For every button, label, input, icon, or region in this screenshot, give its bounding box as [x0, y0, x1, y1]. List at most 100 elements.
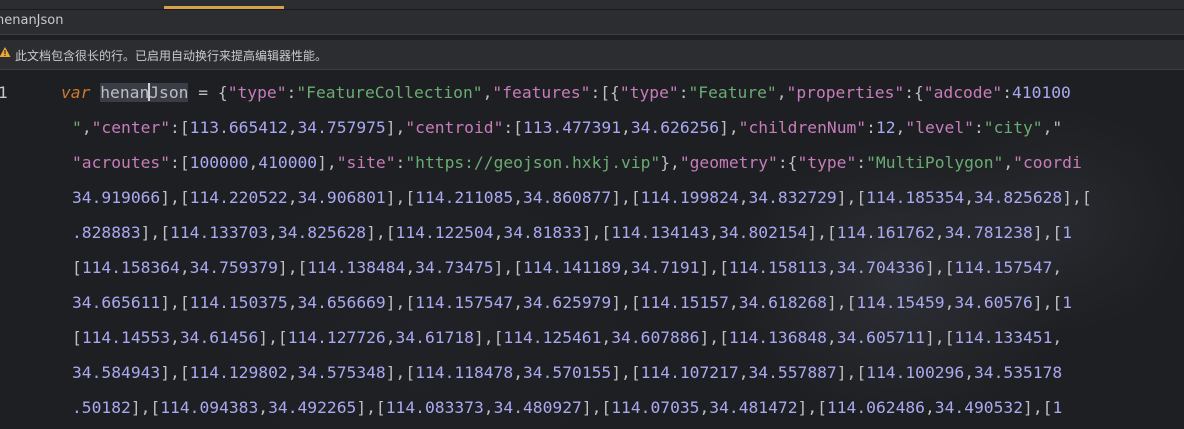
json-key: "childrenNum" [738, 118, 867, 137]
punctuation: ],[ [160, 363, 190, 382]
json-number: 1 [1062, 223, 1073, 242]
code-editor[interactable]: 1 var henanJson = {"type":"FeatureCollec… [0, 70, 1184, 429]
json-string: "https://geojson.hxkj.vip" [405, 153, 661, 172]
json-number: 114.134143 [611, 223, 710, 242]
punctuation: , [699, 398, 710, 417]
code-line-1-wrap-coords[interactable]: [114.158364,34.759379],[114.138484,34.73… [72, 258, 1062, 277]
punctuation: , [287, 363, 298, 382]
punctuation: ],[ [493, 258, 523, 277]
json-string: "MultiPolygon" [866, 153, 1004, 172]
punctuation: , [483, 398, 494, 417]
punctuation: , [81, 118, 92, 137]
punctuation: ],[ [130, 398, 161, 417]
code-line-1-wrap-coords[interactable]: .50182],[114.094383,34.492265],[114.0833… [72, 398, 1062, 417]
punctuation: ],[ [611, 363, 641, 382]
json-number: .50182 [72, 398, 131, 417]
code-line-1-wrap-coords[interactable]: 34.919066],[114.220522,34.906801],[114.2… [72, 188, 1092, 207]
punctuation: , [1052, 258, 1063, 277]
json-string: "city" [983, 118, 1043, 137]
punctuation: ],[ [924, 258, 955, 277]
json-number: 34.919066 [72, 188, 161, 207]
keyword-var: var [61, 83, 91, 102]
code-line-1-wrap-coords[interactable]: 34.584943],[114.129802,34.575348],[114.1… [72, 363, 1062, 382]
punctuation: : [973, 118, 984, 137]
punctuation: ], [317, 153, 337, 172]
json-number: 114.122504 [395, 223, 494, 242]
punctuation: ],[ [611, 188, 641, 207]
json-number: 34.535178 [974, 363, 1063, 382]
json-key: "level" [905, 118, 974, 137]
long-lines-warning-banner: 此文档包含很长的行。已启用自动换行来提高编辑器性能。 [0, 40, 1184, 70]
json-number: 34.704336 [836, 258, 925, 277]
punctuation: ],[ [385, 363, 416, 382]
punctuation: ],[ [473, 328, 504, 347]
warning-text: 此文档包含很长的行。已启用自动换行来提高编辑器性能。 [15, 49, 328, 63]
json-key: "properties" [786, 83, 905, 102]
punctuation: : [286, 83, 297, 102]
punctuation: , [287, 188, 298, 207]
punctuation: ],[ [277, 258, 308, 277]
json-number: 34.73475 [415, 258, 494, 277]
json-number: 113.665412 [189, 118, 288, 137]
json-number: 410000 [258, 153, 318, 172]
json-number: 114.161762 [836, 223, 935, 242]
punctuation: ],[ [1062, 188, 1092, 207]
punctuation: ],[ [366, 223, 396, 242]
json-number: 34.584943 [72, 363, 161, 382]
punctuation: , [405, 258, 416, 277]
breadcrumb[interactable]: henanJson [0, 13, 63, 28]
code-line-1[interactable]: var henanJson = {"type":"FeatureCollecti… [61, 83, 1071, 102]
punctuation: , [179, 258, 190, 277]
punctuation: ],[ [699, 258, 729, 277]
json-number: 114.158113 [728, 258, 827, 277]
code-line-1-wrap-coords[interactable]: .828883],[114.133703,34.825628],[114.122… [72, 223, 1072, 242]
json-key: "site" [336, 153, 396, 172]
json-number: 1 [1052, 398, 1063, 417]
code-line-1-wrap-2[interactable]: "acroutes":[100000,410000],"site":"https… [72, 153, 1082, 172]
warning-icon [0, 47, 11, 57]
json-number: 34.665611 [72, 293, 161, 312]
json-number: 114.15459 [856, 293, 945, 312]
punctuation: ],[ [581, 223, 612, 242]
code-line-1-wrap-coords[interactable]: [114.14553,34.61456],[114.127726,34.6171… [72, 328, 1062, 347]
code-line-1-wrap-1[interactable]: ","center":[113.665412,34.757975],"centr… [72, 118, 1062, 137]
json-key: "type" [227, 83, 287, 102]
json-number: 114.094383 [160, 398, 259, 417]
json-key: "geometry" [679, 153, 778, 172]
punctuation: , [248, 153, 259, 172]
punctuation: , [621, 258, 631, 277]
json-number: 114.136848 [728, 328, 827, 347]
punctuation: , [944, 293, 955, 312]
punctuation: :{ [904, 83, 924, 102]
json-number: 34.492265 [268, 398, 357, 417]
code-line-1-wrap-coords[interactable]: 34.665611],[114.150375,34.656669],[114.1… [72, 293, 1072, 312]
punctuation: , [964, 363, 974, 382]
code-content[interactable]: var henanJson = {"type":"FeatureCollecti… [0, 70, 1184, 429]
json-key: "type" [797, 153, 857, 172]
punctuation: ],[ [836, 363, 867, 382]
json-number: 34.61718 [395, 328, 474, 347]
json-number: 1 [1062, 293, 1073, 312]
punctuation: ], [385, 118, 406, 137]
json-number: 114.129802 [189, 363, 288, 382]
punctuation: :{ [777, 153, 798, 172]
json-number: 34.605711 [836, 328, 925, 347]
operator: = [188, 83, 218, 102]
punctuation: [ [72, 328, 82, 347]
punctuation: , [601, 328, 612, 347]
json-number: 114.157547 [415, 293, 514, 312]
json-key: "adcode" [923, 83, 1003, 102]
punctuation: ],[ [160, 188, 190, 207]
json-number: 34.607886 [611, 328, 700, 347]
json-number: 34.61456 [179, 328, 259, 347]
punctuation: , [826, 328, 837, 347]
json-number: 114.125461 [503, 328, 602, 347]
punctuation: , [493, 223, 504, 242]
json-number: 114.199824 [640, 188, 739, 207]
punctuation: ],[ [385, 293, 416, 312]
punctuation: ],[ [258, 328, 288, 347]
punctuation: ],[ [1023, 398, 1053, 417]
json-number: 34.781238 [944, 223, 1033, 242]
punctuation: ], [719, 118, 739, 137]
punctuation: , [287, 118, 298, 137]
